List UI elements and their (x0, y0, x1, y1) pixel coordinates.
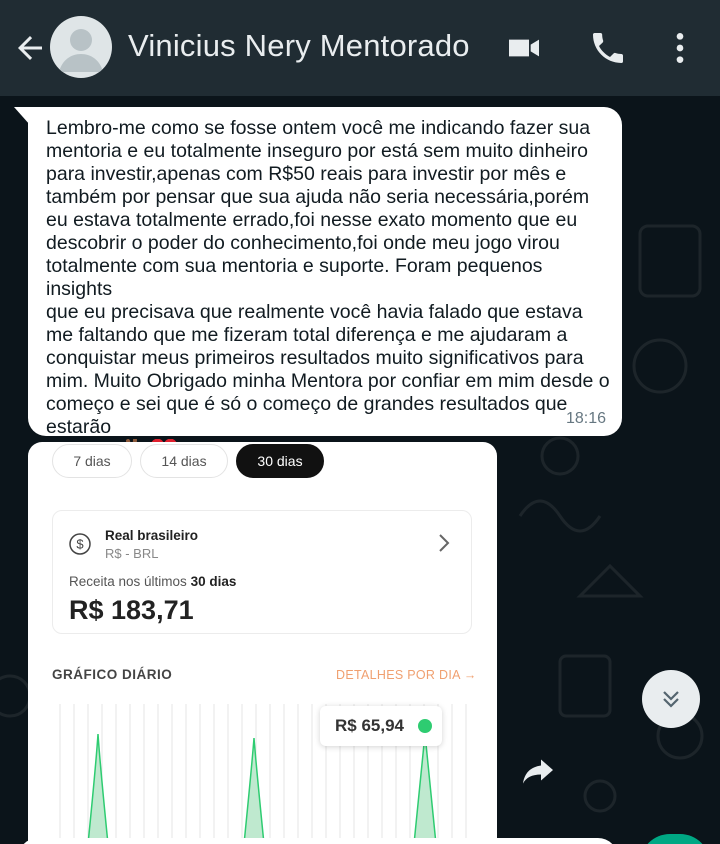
revenue-label-text: Receita nos últimos (69, 574, 191, 589)
chart-tooltip: R$ 65,94 (320, 706, 442, 746)
message-bubble[interactable]: Lembro-me como se fosse ontem você me in… (28, 107, 622, 465)
chart-title: GRÁFICO DIÁRIO (52, 667, 173, 682)
message-text: Lembro-me como se fosse ontem você me in… (46, 117, 612, 471)
revenue-period: 30 dias (190, 574, 237, 589)
revenue-value: R$ 183,71 (69, 595, 194, 625)
dollar-circle-icon: $ (69, 533, 91, 555)
back-arrow-icon[interactable] (12, 30, 48, 66)
chip-30-dias[interactable]: 30 dias (236, 444, 324, 478)
revenue-label: Receita nos últimos 30 dias (69, 574, 236, 589)
phone-icon[interactable] (588, 28, 628, 68)
scroll-down-button[interactable] (642, 670, 700, 728)
tooltip-dot (418, 719, 432, 733)
chat-area[interactable]: Lembro-me como se fosse ontem você me in… (0, 96, 720, 844)
chip-14-dias[interactable]: 14 dias (140, 444, 228, 478)
chevron-right-icon (439, 534, 450, 552)
tooltip-value: R$ 65,94 (335, 716, 404, 735)
chart-spike (87, 733, 109, 844)
chart-spike (243, 737, 265, 844)
chip-label: 14 dias (161, 453, 207, 469)
svg-text:$: $ (76, 537, 84, 552)
message-input[interactable] (18, 838, 618, 844)
video-call-icon[interactable] (504, 28, 544, 68)
chat-header: Vinicius Nery Mentorado (0, 0, 720, 96)
currency-name: Real brasileiro (105, 528, 199, 543)
chip-label: 30 dias (257, 453, 303, 469)
details-link[interactable]: DETALHES POR DIA → (336, 668, 477, 682)
chart-spike (413, 733, 437, 844)
avatar[interactable] (50, 16, 112, 78)
currency-card[interactable]: $ Real brasileiro R$ - BRL Receita nos ú… (52, 510, 472, 634)
message-body: Lembro-me como se fosse ontem você me in… (46, 117, 610, 465)
chip-label: 7 dias (73, 453, 111, 469)
more-vert-icon[interactable] (660, 28, 700, 68)
image-message[interactable]: 7 dias 14 dias 30 dias $ Real brasileiro… (28, 442, 497, 844)
currency-code: R$ - BRL (105, 546, 159, 561)
person-icon (59, 29, 103, 72)
message-time: 18:16 (565, 410, 606, 427)
chip-7-dias[interactable]: 7 dias (52, 444, 132, 478)
contact-name[interactable]: Vinicius Nery Mentorado (128, 28, 470, 64)
double-chevron-down-icon (663, 691, 679, 708)
forward-icon[interactable] (520, 752, 556, 788)
